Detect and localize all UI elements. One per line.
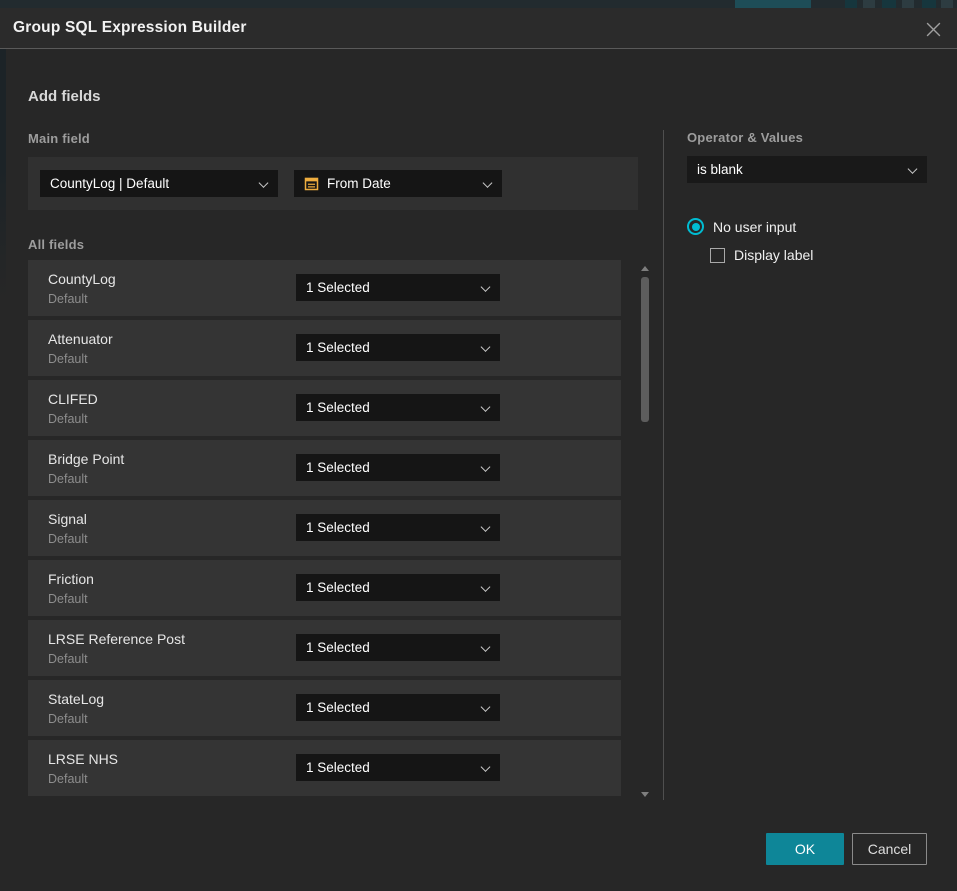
chevron-down-icon <box>481 582 491 592</box>
field-subtitle: Default <box>48 412 88 426</box>
dialog-header: Group SQL Expression Builder <box>0 8 957 49</box>
field-selected-dropdown-label: 1 Selected <box>306 460 370 475</box>
calendar-icon <box>304 176 319 191</box>
background-fragment <box>735 0 811 8</box>
background-fragment <box>941 0 953 8</box>
field-select-value: From Date <box>327 176 391 191</box>
chevron-down-icon <box>481 642 491 652</box>
field-selected-dropdown[interactable]: 1 Selected <box>296 394 500 421</box>
close-icon <box>925 21 942 38</box>
display-label-label: Display label <box>734 247 813 263</box>
field-name: Bridge Point <box>48 451 124 467</box>
field-selected-dropdown[interactable]: 1 Selected <box>296 514 500 541</box>
field-name: LRSE NHS <box>48 751 118 767</box>
operator-values-label: Operator & Values <box>687 130 803 145</box>
field-selected-dropdown-label: 1 Selected <box>306 700 370 715</box>
field-row: Attenuator Default 1 Selected <box>28 320 621 376</box>
field-selected-dropdown-label: 1 Selected <box>306 400 370 415</box>
field-selected-dropdown[interactable]: 1 Selected <box>296 274 500 301</box>
field-subtitle: Default <box>48 652 88 666</box>
cancel-button[interactable]: Cancel <box>852 833 927 865</box>
field-name: CLIFED <box>48 391 98 407</box>
main-field-container: CountyLog | Default From Date <box>28 157 638 210</box>
field-selected-dropdown-label: 1 Selected <box>306 580 370 595</box>
field-selected-dropdown[interactable]: 1 Selected <box>296 634 500 661</box>
field-subtitle: Default <box>48 712 88 726</box>
add-fields-heading: Add fields <box>28 88 101 105</box>
chevron-down-icon <box>481 522 491 532</box>
field-row: LRSE Reference Post Default 1 Selected <box>28 620 621 676</box>
all-fields-label: All fields <box>28 237 84 252</box>
field-subtitle: Default <box>48 292 88 306</box>
operator-select-value: is blank <box>697 162 743 177</box>
field-selected-dropdown[interactable]: 1 Selected <box>296 574 500 601</box>
field-subtitle: Default <box>48 472 88 486</box>
operator-select[interactable]: is blank <box>687 156 927 183</box>
field-row: CLIFED Default 1 Selected <box>28 380 621 436</box>
all-fields-list: CountyLog Default 1 Selected Attenuator … <box>28 260 621 800</box>
layer-select-value: CountyLog | Default <box>50 176 169 191</box>
field-name: Signal <box>48 511 87 527</box>
field-selected-dropdown[interactable]: 1 Selected <box>296 694 500 721</box>
chevron-down-icon <box>481 762 491 772</box>
field-selected-dropdown-label: 1 Selected <box>306 340 370 355</box>
field-name: StateLog <box>48 691 104 707</box>
field-row: Signal Default 1 Selected <box>28 500 621 556</box>
field-selected-dropdown[interactable]: 1 Selected <box>296 334 500 361</box>
chevron-down-icon <box>481 702 491 712</box>
field-subtitle: Default <box>48 772 88 786</box>
background-fragment <box>863 0 875 8</box>
field-selected-dropdown-label: 1 Selected <box>306 280 370 295</box>
field-row: Bridge Point Default 1 Selected <box>28 440 621 496</box>
chevron-down-icon <box>481 342 491 352</box>
chevron-down-icon <box>481 462 491 472</box>
no-user-input-option[interactable]: No user input <box>687 218 796 235</box>
radio-button-icon[interactable] <box>687 218 704 235</box>
field-subtitle: Default <box>48 592 88 606</box>
panel-divider <box>663 130 664 800</box>
display-label-option[interactable]: Display label <box>710 247 813 263</box>
chevron-down-icon <box>908 164 918 174</box>
field-row: LRSE NHS Default 1 Selected <box>28 740 621 796</box>
main-field-label: Main field <box>28 131 90 146</box>
close-button[interactable] <box>923 19 943 39</box>
scrollbar-thumb[interactable] <box>641 277 649 422</box>
chevron-down-icon <box>481 402 491 412</box>
background-fragment <box>922 0 936 8</box>
background-fragment <box>845 0 857 8</box>
field-selected-dropdown[interactable]: 1 Selected <box>296 754 500 781</box>
field-name: Attenuator <box>48 331 113 347</box>
field-selected-dropdown-label: 1 Selected <box>306 640 370 655</box>
background-fragment <box>882 0 896 8</box>
chevron-down-icon <box>483 178 493 188</box>
field-row: CountyLog Default 1 Selected <box>28 260 621 316</box>
chevron-down-icon <box>481 282 491 292</box>
fields-scrollbar[interactable] <box>641 260 649 800</box>
dialog-title: Group SQL Expression Builder <box>0 19 247 37</box>
chevron-down-icon <box>259 178 269 188</box>
scroll-up-arrow-icon[interactable] <box>641 266 649 271</box>
background-fragment <box>902 0 914 8</box>
main-field-layer-select[interactable]: CountyLog | Default <box>40 170 278 197</box>
field-subtitle: Default <box>48 352 88 366</box>
field-name: LRSE Reference Post <box>48 631 185 647</box>
ok-button[interactable]: OK <box>766 833 844 865</box>
field-selected-dropdown[interactable]: 1 Selected <box>296 454 500 481</box>
field-row: Friction Default 1 Selected <box>28 560 621 616</box>
main-field-field-select[interactable]: From Date <box>294 170 502 197</box>
field-row: StateLog Default 1 Selected <box>28 680 621 736</box>
scroll-down-arrow-icon[interactable] <box>641 792 649 797</box>
background-app-toolbar <box>0 0 957 8</box>
field-selected-dropdown-label: 1 Selected <box>306 520 370 535</box>
field-selected-dropdown-label: 1 Selected <box>306 760 370 775</box>
dialog-footer: OK Cancel <box>0 833 957 865</box>
left-edge-shadow <box>0 8 6 298</box>
checkbox-icon[interactable] <box>710 248 725 263</box>
no-user-input-label: No user input <box>713 219 796 235</box>
field-subtitle: Default <box>48 532 88 546</box>
field-name: CountyLog <box>48 271 116 287</box>
field-name: Friction <box>48 571 94 587</box>
group-sql-expression-builder-dialog: Group SQL Expression Builder Add fields … <box>0 8 957 891</box>
